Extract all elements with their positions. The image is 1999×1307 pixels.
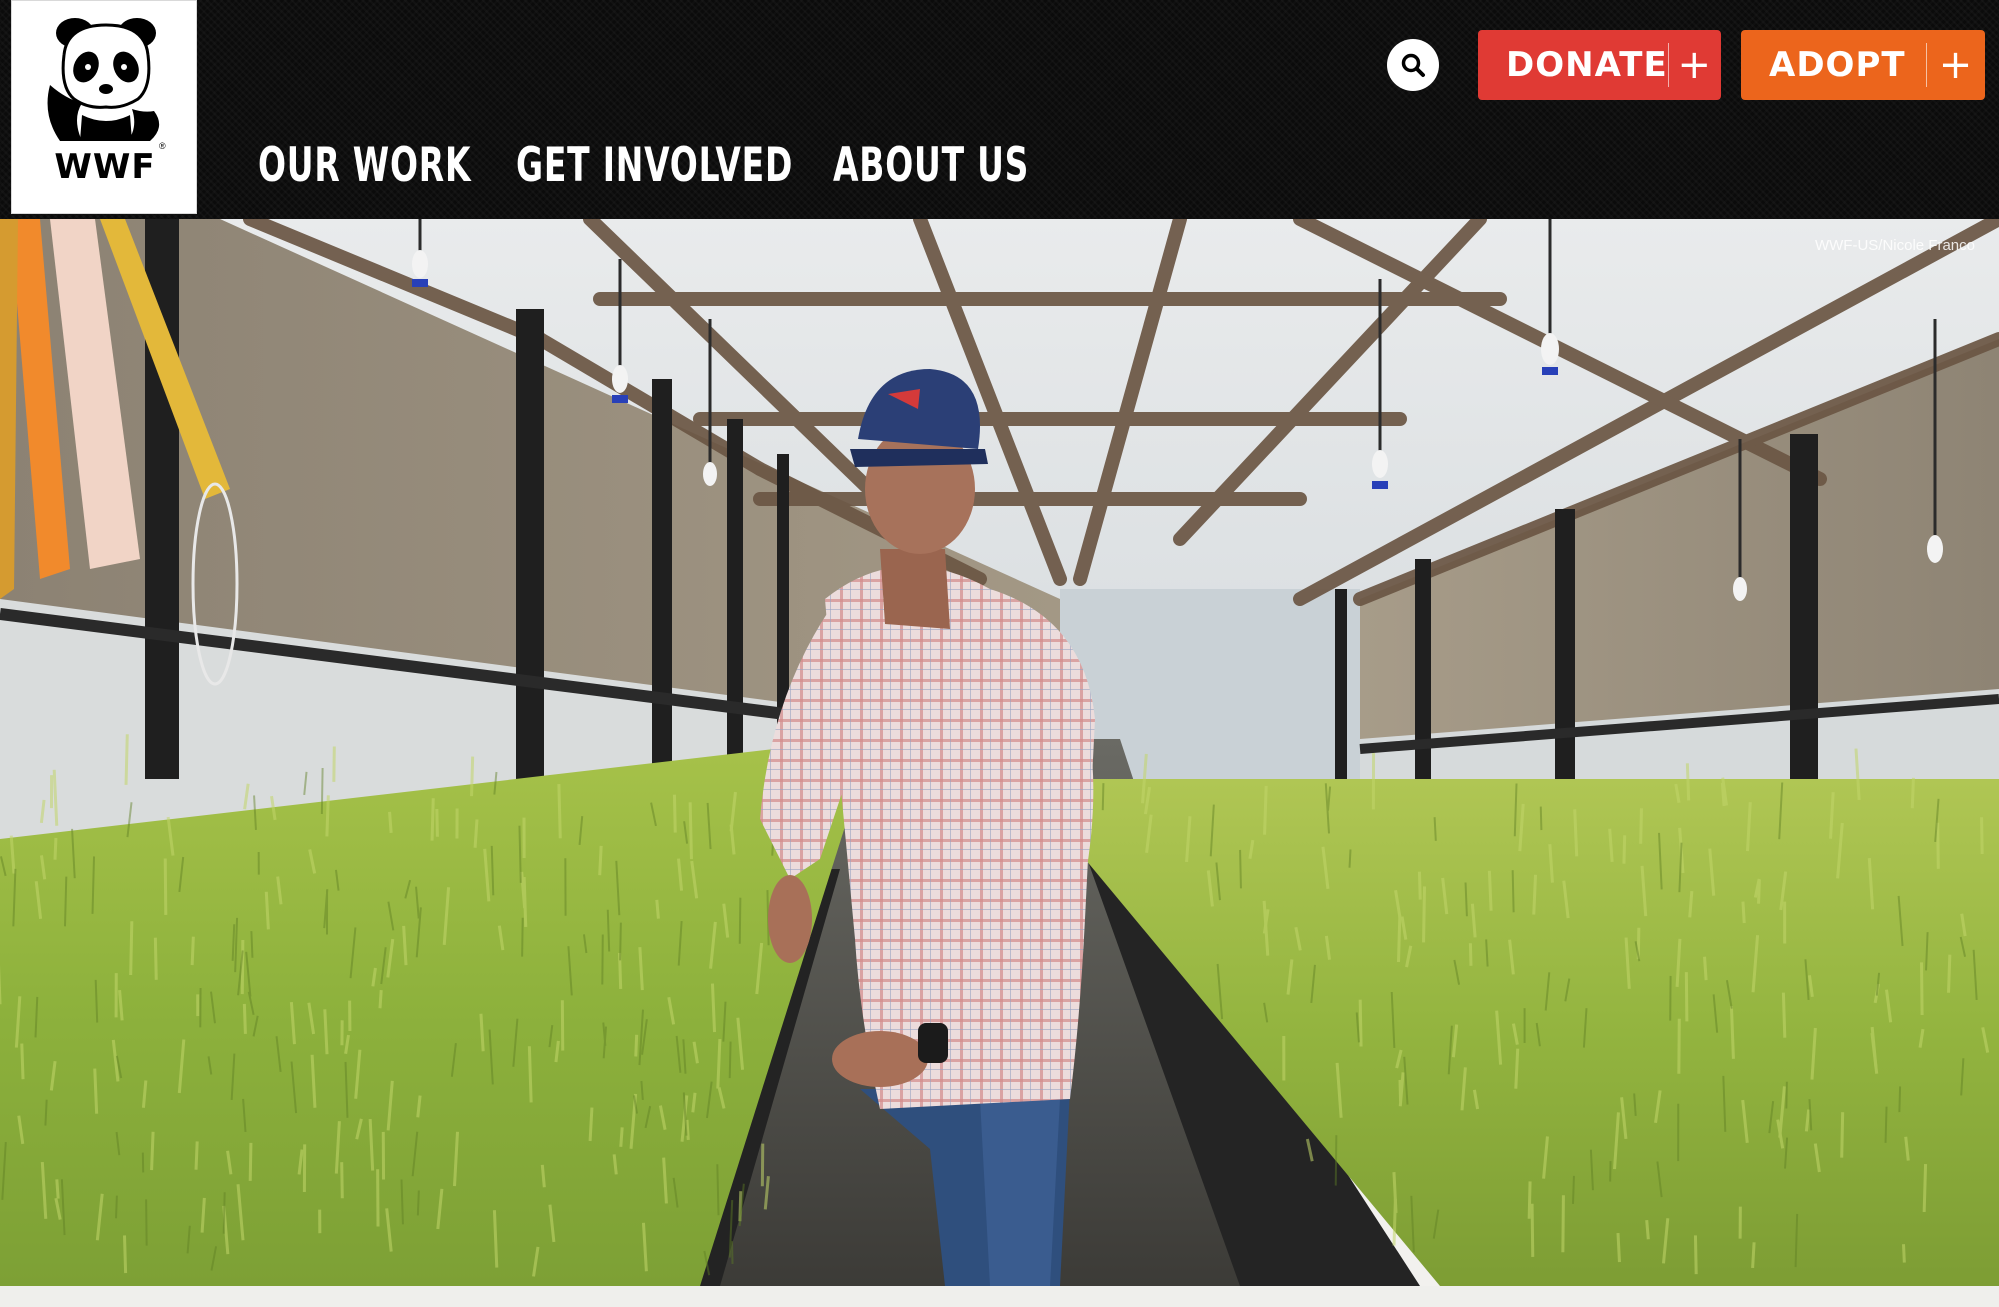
nav-item-get-involved[interactable]: GET INVOLVED [516,134,792,198]
donate-label: DONATE [1506,45,1668,85]
wwf-logo[interactable]: ® WWF ® [11,0,197,214]
hero-image: WWF-US/Nicole Franco [0,219,1999,1286]
plus-icon: + [1677,42,1713,88]
search-button[interactable] [1387,39,1439,91]
adopt-button[interactable]: ADOPT + [1741,30,1985,100]
registered-mark: ® [159,141,166,151]
panda-icon: ® [47,18,160,141]
page-bottom-strip [0,1286,1999,1307]
nav-item-about-us[interactable]: ABOUT US [833,134,1028,198]
site-header: ® WWF ® OUR WORK GET INVOLVED ABOUT US D… [0,0,1999,219]
donate-button[interactable]: DONATE + [1478,30,1721,100]
greenhouse-photo [0,219,1999,1286]
logo-wordmark: WWF [54,147,156,187]
main-nav: OUR WORK GET INVOLVED ABOUT US [258,134,1053,198]
photo-credit: WWF-US/Nicole Franco [1814,237,1975,254]
svg-text:®: ® [56,109,63,117]
adopt-label: ADOPT [1769,45,1906,85]
plus-icon: + [1938,42,1974,88]
nav-item-our-work[interactable]: OUR WORK [258,134,471,198]
search-icon [1401,53,1425,77]
